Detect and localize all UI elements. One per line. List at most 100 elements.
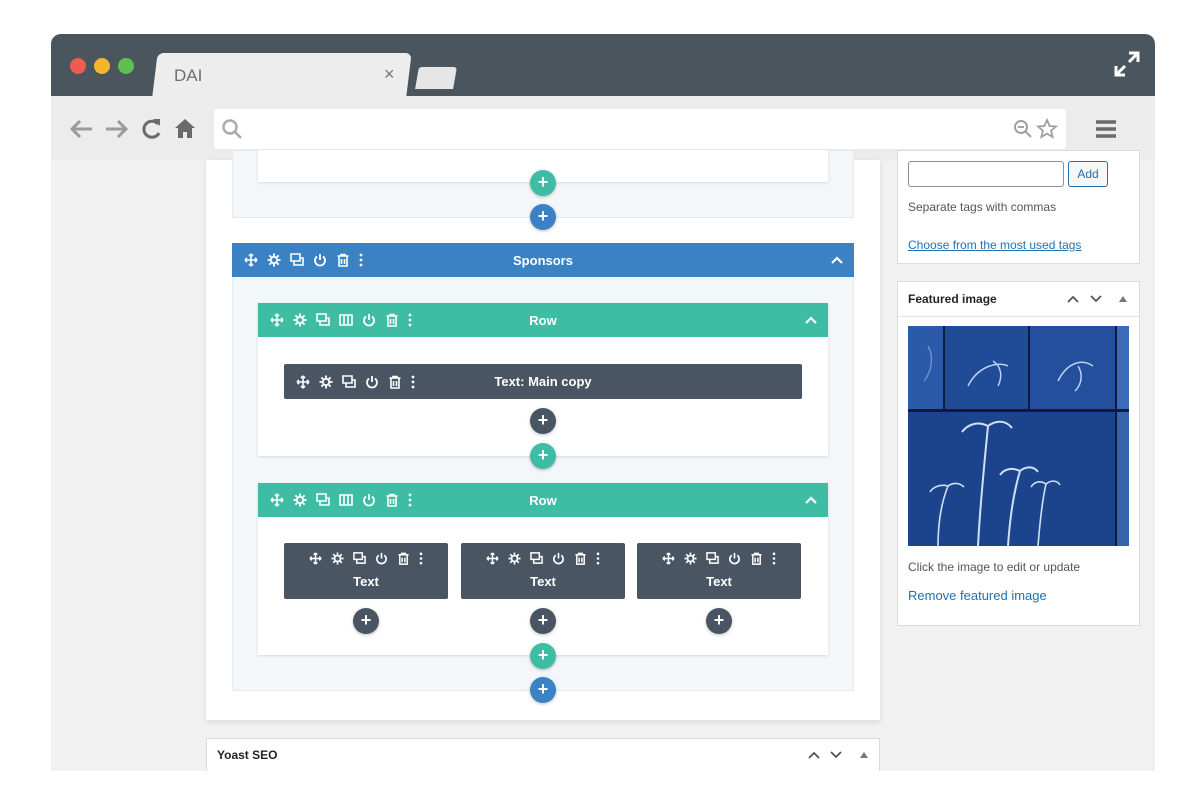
menu-icon[interactable] bbox=[1095, 118, 1117, 140]
star-icon[interactable] bbox=[1036, 118, 1058, 140]
add-module-button[interactable]: + bbox=[353, 608, 379, 634]
featured-image-box: Featured image Click the image to edit o… bbox=[897, 281, 1140, 626]
power-icon[interactable] bbox=[362, 493, 376, 507]
minimize-window-button[interactable] bbox=[94, 58, 110, 74]
collapse-chevron-icon[interactable] bbox=[804, 313, 818, 327]
more-options-icon[interactable] bbox=[411, 375, 415, 389]
power-icon[interactable] bbox=[375, 552, 388, 565]
toggle-panel-icon[interactable] bbox=[859, 750, 869, 760]
row-2-header[interactable]: Row bbox=[258, 483, 828, 517]
module-text-2[interactable]: Text bbox=[461, 543, 625, 599]
remove-featured-image-link[interactable]: Remove featured image bbox=[908, 588, 1047, 603]
add-module-button[interactable]: + bbox=[530, 608, 556, 634]
new-tab-button[interactable] bbox=[415, 67, 457, 89]
settings-icon[interactable] bbox=[267, 253, 281, 267]
add-module-button[interactable]: + bbox=[530, 408, 556, 434]
move-icon[interactable] bbox=[244, 253, 258, 267]
columns-icon[interactable] bbox=[339, 313, 353, 327]
page-content: + + Sponsors Row Text: Main copy + + Row… bbox=[51, 150, 1155, 771]
module-label: Text bbox=[706, 574, 732, 589]
duplicate-icon[interactable] bbox=[290, 253, 304, 267]
settings-icon[interactable] bbox=[508, 552, 521, 565]
delete-icon[interactable] bbox=[385, 493, 399, 507]
power-icon[interactable] bbox=[728, 552, 741, 565]
more-options-icon[interactable] bbox=[596, 552, 600, 565]
move-icon[interactable] bbox=[662, 552, 675, 565]
delete-icon[interactable] bbox=[750, 552, 763, 565]
more-options-icon[interactable] bbox=[419, 552, 423, 565]
module-text-main-copy[interactable]: Text: Main copy bbox=[284, 364, 802, 399]
delete-icon[interactable] bbox=[388, 375, 402, 389]
move-down-icon[interactable] bbox=[1089, 293, 1103, 305]
add-tag-button[interactable]: Add bbox=[1068, 161, 1108, 187]
power-icon[interactable] bbox=[365, 375, 379, 389]
duplicate-icon[interactable] bbox=[342, 374, 356, 389]
delete-icon[interactable] bbox=[385, 313, 399, 327]
add-row-button[interactable]: + bbox=[530, 443, 556, 469]
featured-image[interactable] bbox=[908, 326, 1129, 546]
power-icon[interactable] bbox=[313, 253, 327, 267]
add-section-button[interactable]: + bbox=[530, 677, 556, 703]
delete-icon[interactable] bbox=[336, 253, 350, 267]
choose-tags-link[interactable]: Choose from the most used tags bbox=[908, 238, 1081, 252]
back-arrow-icon[interactable] bbox=[69, 116, 95, 142]
duplicate-icon[interactable] bbox=[316, 493, 330, 507]
add-module-button[interactable]: + bbox=[706, 608, 732, 634]
delete-icon[interactable] bbox=[397, 552, 410, 565]
toggle-panel-icon[interactable] bbox=[1118, 294, 1128, 304]
browser-window: DAI × + + Sponsors Row Text: Main copy +… bbox=[51, 34, 1155, 771]
zoom-icon[interactable] bbox=[1013, 119, 1033, 139]
add-row-button[interactable]: + bbox=[530, 643, 556, 669]
move-icon[interactable] bbox=[270, 313, 284, 327]
move-icon[interactable] bbox=[270, 493, 284, 507]
tab-close-icon[interactable]: × bbox=[384, 64, 395, 85]
duplicate-icon[interactable] bbox=[316, 313, 330, 327]
columns-icon[interactable] bbox=[339, 493, 353, 507]
delete-icon[interactable] bbox=[574, 552, 587, 565]
move-icon[interactable] bbox=[296, 374, 310, 389]
section-header[interactable]: Sponsors bbox=[232, 243, 854, 277]
featured-image-header: Featured image bbox=[898, 282, 1139, 317]
settings-icon[interactable] bbox=[293, 313, 307, 327]
move-up-icon[interactable] bbox=[807, 749, 821, 761]
power-icon[interactable] bbox=[362, 313, 376, 327]
reload-icon[interactable] bbox=[139, 116, 163, 142]
settings-icon[interactable] bbox=[293, 493, 307, 507]
maximize-window-button[interactable] bbox=[118, 58, 134, 74]
add-row-button[interactable]: + bbox=[530, 170, 556, 196]
tab-title: DAI bbox=[174, 66, 203, 85]
fullscreen-icon[interactable] bbox=[1114, 51, 1140, 77]
settings-icon[interactable] bbox=[319, 375, 333, 389]
module-text-1[interactable]: Text bbox=[284, 543, 448, 599]
move-up-icon[interactable] bbox=[1066, 293, 1080, 305]
tags-input[interactable] bbox=[908, 161, 1064, 187]
more-options-icon[interactable] bbox=[359, 253, 363, 267]
module-text-3[interactable]: Text bbox=[637, 543, 801, 599]
yoast-seo-box: Yoast SEO bbox=[206, 738, 880, 771]
module-label: Text bbox=[353, 574, 379, 589]
forward-arrow-icon[interactable] bbox=[103, 116, 129, 142]
url-bar[interactable] bbox=[214, 109, 1066, 149]
row-1-header[interactable]: Row bbox=[258, 303, 828, 337]
add-section-button[interactable]: + bbox=[530, 204, 556, 230]
duplicate-icon[interactable] bbox=[706, 552, 719, 565]
move-down-icon[interactable] bbox=[829, 749, 843, 761]
more-options-icon[interactable] bbox=[772, 552, 776, 565]
move-icon[interactable] bbox=[309, 552, 322, 565]
tags-box: Add Separate tags with commas Choose fro… bbox=[897, 150, 1140, 264]
close-window-button[interactable] bbox=[70, 58, 86, 74]
collapse-chevron-icon[interactable] bbox=[804, 493, 818, 507]
home-icon[interactable] bbox=[173, 116, 197, 142]
settings-icon[interactable] bbox=[331, 552, 344, 565]
yoast-title: Yoast SEO bbox=[217, 748, 278, 762]
duplicate-icon[interactable] bbox=[530, 552, 543, 565]
tags-hint: Separate tags with commas bbox=[908, 200, 1057, 214]
more-options-icon[interactable] bbox=[408, 313, 412, 327]
more-options-icon[interactable] bbox=[408, 493, 412, 507]
power-icon[interactable] bbox=[552, 552, 565, 565]
search-icon bbox=[222, 119, 242, 139]
collapse-chevron-icon[interactable] bbox=[830, 253, 844, 267]
duplicate-icon[interactable] bbox=[353, 552, 366, 565]
settings-icon[interactable] bbox=[684, 552, 697, 565]
move-icon[interactable] bbox=[486, 552, 499, 565]
